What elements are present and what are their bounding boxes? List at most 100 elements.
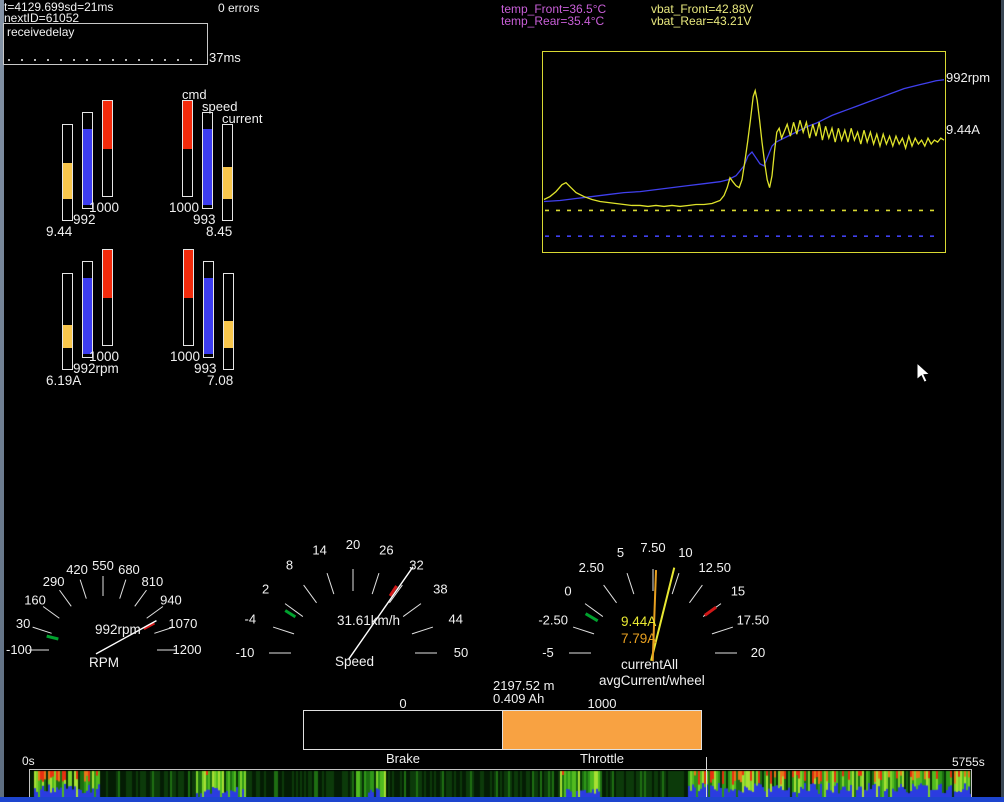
brake-bar <box>303 710 503 750</box>
bar-gauge-fill <box>83 129 92 205</box>
dial-rpm: -1003016029042055068081094010701200 <box>0 526 243 676</box>
dial-mark <box>586 614 598 621</box>
bar-gauge-speed-front-left <box>82 112 93 209</box>
dial-tick-label: 0 <box>564 583 571 598</box>
dial-tick-label: 17.50 <box>737 613 770 628</box>
bar-gauge-speed-rear-right <box>203 261 214 358</box>
dial-tick-label: 1200 <box>173 642 202 657</box>
dial-tick-label: -5 <box>542 645 554 660</box>
dial-tick-label: 20 <box>751 645 765 660</box>
error-count: 0 errors <box>218 2 259 15</box>
dial-tick-label: 420 <box>66 562 88 577</box>
bar-gauge-fill <box>83 278 92 354</box>
dial-tick <box>147 607 163 619</box>
dial-tick-label: 810 <box>142 574 164 589</box>
bar-gauge-speed-rear-left <box>82 261 93 358</box>
dial-tick <box>672 573 679 594</box>
throttle-label: Throttle <box>502 752 702 766</box>
dial-tick-label: 160 <box>24 593 46 608</box>
dial-tick <box>327 573 334 594</box>
dial-tick <box>60 590 72 606</box>
current-dial-caption: currentAll <box>621 658 678 673</box>
brake-label: Brake <box>303 752 503 766</box>
mouse-cursor <box>916 362 932 384</box>
bar-gauge-fill <box>224 321 233 348</box>
bar-gauge-value-current: 7.08 <box>207 374 233 389</box>
dial-tick-label: 20 <box>346 537 360 552</box>
bar-gauge-fill <box>203 129 212 205</box>
dial-tick-label: 14 <box>312 542 326 557</box>
dial-tick-label: 10 <box>678 545 692 560</box>
bar-gauge-cmd-rear-right <box>183 249 194 346</box>
receive-delay-panel: receivedelay <box>3 23 208 65</box>
bar-gauge-cmd-front-left <box>102 100 113 197</box>
speed-dial-value: 31.61km/h <box>337 614 400 629</box>
receive-delay-value: 37ms <box>209 51 241 65</box>
bar-gauge-fill <box>103 101 112 149</box>
dial-tick <box>273 627 294 634</box>
dial-tick-label: 50 <box>454 645 468 660</box>
dial-tick-label: 680 <box>118 562 140 577</box>
avg-current-value: 7.79A <box>621 632 656 647</box>
dial-tick <box>412 627 433 634</box>
dial-tick <box>712 627 733 634</box>
dial-tick-label: 5 <box>617 545 624 560</box>
rpm-dial-value: 992rpm <box>95 623 141 638</box>
dial-tick <box>33 627 52 633</box>
dial-mark <box>47 636 59 639</box>
dial-tick <box>135 590 147 606</box>
dial-tick-label: 15 <box>731 583 745 598</box>
bar-gauge-current-rear-right <box>223 273 234 370</box>
bar-gauge-speed-front-right <box>202 112 213 209</box>
dial-mark <box>285 610 295 616</box>
receive-delay-label: receivedelay <box>7 26 74 39</box>
dial-tick-label: 7.50 <box>640 540 665 555</box>
timeline-end-label: 5755s <box>952 756 985 769</box>
chart-series-current <box>544 91 944 207</box>
chart-current-label: 9.44A <box>946 123 980 137</box>
dial-tick-label: 12.50 <box>698 560 731 575</box>
dial-tick-label: -100 <box>6 642 32 657</box>
bar-gauge-fill <box>63 163 72 199</box>
dial-tick <box>304 585 317 603</box>
receive-delay-sparkline <box>8 59 203 61</box>
dial-tick <box>372 573 379 594</box>
bar-gauge-value-current: 8.45 <box>206 225 232 240</box>
dial-tick-label: 550 <box>92 558 114 573</box>
bar-gauge-fill <box>63 325 72 349</box>
rpm-current-chart <box>542 51 946 253</box>
timeline-cursor[interactable] <box>706 757 707 800</box>
bar-gauge-header-current: current <box>222 112 262 126</box>
speed-dial-caption: Speed <box>335 655 374 670</box>
bar-gauge-value-current: 9.44 <box>46 225 72 240</box>
bar-gauge-current-rear-left <box>62 273 73 370</box>
vbat-rear-readout: vbat_Rear=43.21V <box>651 15 751 28</box>
dial-tick-label: 2.50 <box>579 560 604 575</box>
throttle-bar-fill <box>503 711 701 749</box>
avg-current-caption: avgCurrent/wheel <box>599 674 705 689</box>
bar-gauge-current-front-right <box>222 124 233 221</box>
dial-tick <box>689 585 702 603</box>
bar-gauge-cmd-front-right <box>182 100 193 197</box>
dial-tick-label: -2.50 <box>538 613 568 628</box>
dial-mark <box>705 607 716 615</box>
bar-gauge-fill <box>184 250 193 298</box>
dial-tick-label: 2 <box>262 582 269 597</box>
bar-gauge-fill <box>183 101 192 149</box>
bar-gauge-value-cmd: 1000 <box>89 201 119 216</box>
chart-series-rpm <box>544 80 944 202</box>
dial-tick <box>403 604 421 617</box>
dial-tick-label: 44 <box>448 612 462 627</box>
bar-gauge-fill <box>204 278 213 354</box>
dial-tick <box>604 585 617 603</box>
timeline-strip[interactable] <box>29 769 972 798</box>
telemetry-dashboard-window: t=4129.699sd=21ms 0 errors nextID=61052 … <box>0 0 1004 802</box>
bar-gauge-current-front-left <box>62 124 73 221</box>
dial-tick <box>573 627 594 634</box>
dial-tick-label: -10 <box>236 645 255 660</box>
throttle-bar <box>502 710 702 750</box>
window-left-border <box>0 0 4 802</box>
dial-tick <box>43 607 59 619</box>
timeline-activity-canvas[interactable] <box>30 770 971 797</box>
dial-tick-label: 8 <box>286 558 293 573</box>
